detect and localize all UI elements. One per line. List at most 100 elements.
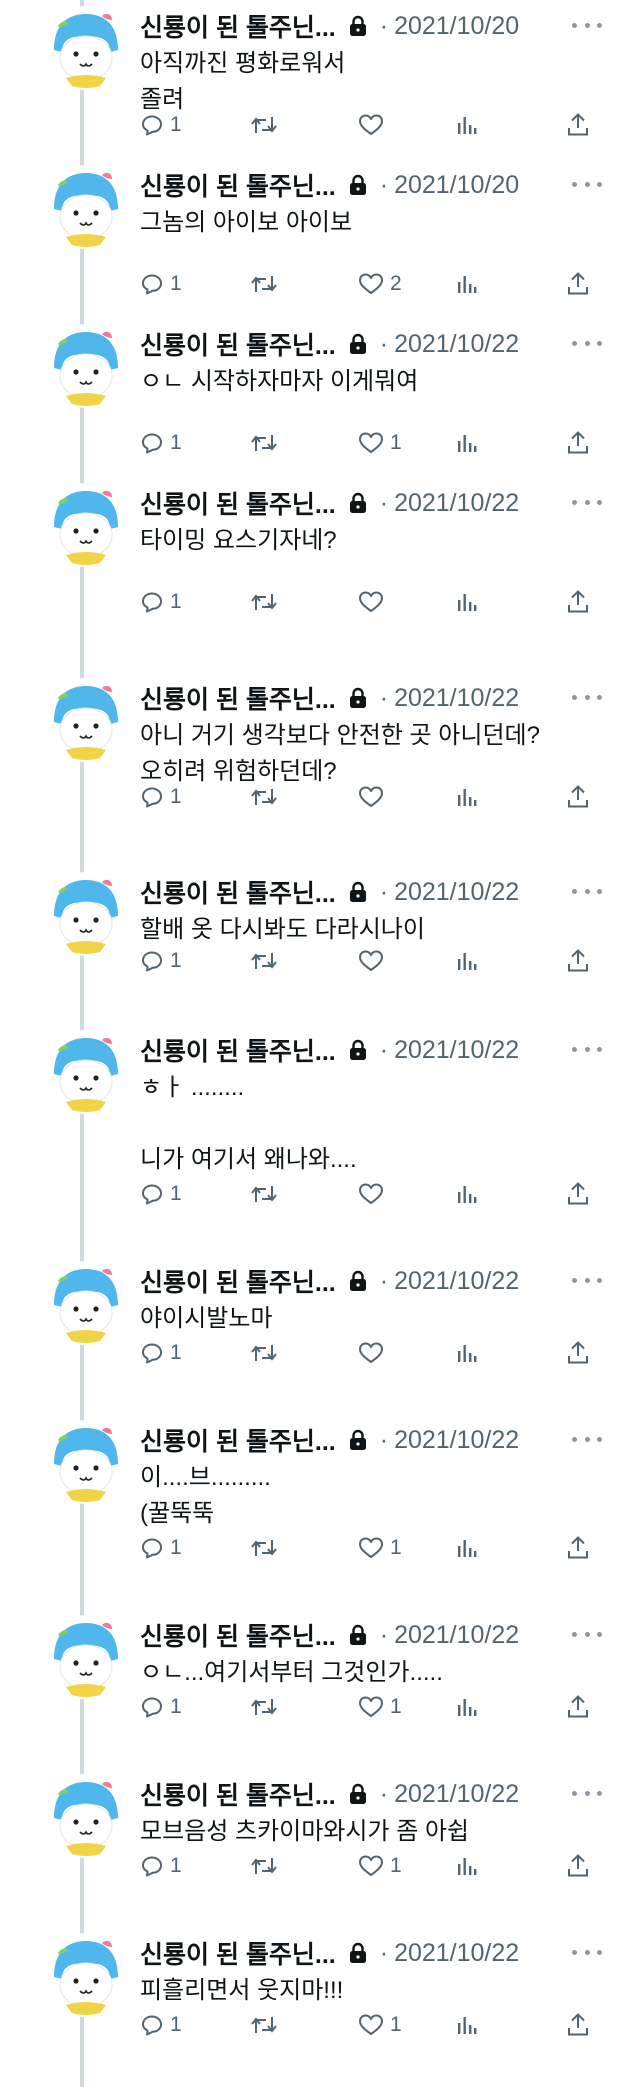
- tweet-date[interactable]: 2021/10/22: [394, 1267, 519, 1296]
- more-icon[interactable]: [572, 884, 602, 898]
- share-button[interactable]: [566, 587, 590, 617]
- tweet-date[interactable]: 2021/10/22: [394, 684, 519, 713]
- tweet-date[interactable]: 2021/10/22: [394, 489, 519, 518]
- tweet-date[interactable]: 2021/10/22: [394, 330, 519, 359]
- more-icon[interactable]: [572, 336, 602, 350]
- reply-button[interactable]: 1: [140, 946, 182, 976]
- avatar[interactable]: [44, 1774, 128, 1858]
- analytics-button[interactable]: [456, 946, 478, 976]
- tweet-date[interactable]: 2021/10/22: [394, 1426, 519, 1455]
- avatar[interactable]: [44, 165, 128, 249]
- reply-button[interactable]: 1: [140, 110, 182, 140]
- tweet-date[interactable]: 2021/10/22: [394, 1621, 519, 1650]
- like-button[interactable]: 1: [358, 428, 402, 458]
- retweet-button[interactable]: [250, 269, 284, 299]
- retweet-button[interactable]: [250, 1338, 284, 1368]
- reply-button[interactable]: 1: [140, 428, 182, 458]
- more-icon[interactable]: [572, 1627, 602, 1641]
- retweet-button[interactable]: [250, 587, 284, 617]
- author-name[interactable]: 신룡이 된 톨주닌...: [140, 326, 336, 362]
- share-button[interactable]: [566, 1851, 590, 1881]
- like-button[interactable]: [358, 1179, 390, 1209]
- analytics-button[interactable]: [456, 110, 478, 140]
- share-button[interactable]: [566, 110, 590, 140]
- retweet-button[interactable]: [250, 1851, 284, 1881]
- analytics-button[interactable]: [456, 1179, 478, 1209]
- more-icon[interactable]: [572, 18, 602, 32]
- avatar[interactable]: [44, 6, 128, 90]
- tweet-date[interactable]: 2021/10/20: [394, 171, 519, 200]
- analytics-button[interactable]: [456, 428, 478, 458]
- retweet-button[interactable]: [250, 428, 284, 458]
- share-button[interactable]: [566, 1533, 590, 1563]
- author-name[interactable]: 신룡이 된 톨주닌...: [140, 1422, 336, 1458]
- avatar[interactable]: [44, 483, 128, 567]
- retweet-button[interactable]: [250, 1179, 284, 1209]
- author-name[interactable]: 신룡이 된 톨주닌...: [140, 680, 336, 716]
- retweet-button[interactable]: [250, 110, 284, 140]
- share-button[interactable]: [566, 946, 590, 976]
- more-icon[interactable]: [572, 1273, 602, 1287]
- author-name[interactable]: 신룡이 된 톨주닌...: [140, 874, 336, 910]
- tweet-date[interactable]: 2021/10/20: [394, 12, 519, 41]
- more-icon[interactable]: [572, 690, 602, 704]
- more-icon[interactable]: [572, 177, 602, 191]
- share-button[interactable]: [566, 1338, 590, 1368]
- share-button[interactable]: [566, 1179, 590, 1209]
- reply-button[interactable]: 1: [140, 782, 182, 812]
- like-button[interactable]: [358, 782, 390, 812]
- reply-button[interactable]: 1: [140, 1692, 182, 1722]
- reply-button[interactable]: 1: [140, 587, 182, 617]
- avatar[interactable]: [44, 1933, 128, 2017]
- author-name[interactable]: 신룡이 된 톨주닌...: [140, 1776, 336, 1812]
- retweet-button[interactable]: [250, 1533, 284, 1563]
- reply-button[interactable]: 1: [140, 1851, 182, 1881]
- more-icon[interactable]: [572, 1432, 602, 1446]
- like-button[interactable]: 2: [358, 269, 402, 299]
- reply-button[interactable]: 1: [140, 1338, 182, 1368]
- more-icon[interactable]: [572, 1786, 602, 1800]
- avatar[interactable]: [44, 1615, 128, 1699]
- share-button[interactable]: [566, 782, 590, 812]
- retweet-button[interactable]: [250, 2010, 284, 2040]
- analytics-button[interactable]: [456, 2010, 478, 2040]
- tweet-date[interactable]: 2021/10/22: [394, 1036, 519, 1065]
- like-button[interactable]: [358, 1338, 390, 1368]
- avatar[interactable]: [44, 1030, 128, 1114]
- author-name[interactable]: 신룡이 된 톨주닌...: [140, 1617, 336, 1653]
- author-name[interactable]: 신룡이 된 톨주닌...: [140, 167, 336, 203]
- reply-button[interactable]: 1: [140, 2010, 182, 2040]
- retweet-button[interactable]: [250, 946, 284, 976]
- avatar[interactable]: [44, 324, 128, 408]
- analytics-button[interactable]: [456, 1692, 478, 1722]
- author-name[interactable]: 신룡이 된 톨주닌...: [140, 1032, 336, 1068]
- author-name[interactable]: 신룡이 된 톨주닌...: [140, 485, 336, 521]
- analytics-button[interactable]: [456, 782, 478, 812]
- avatar[interactable]: [44, 872, 128, 956]
- author-name[interactable]: 신룡이 된 톨주닌...: [140, 1263, 336, 1299]
- author-name[interactable]: 신룡이 된 톨주닌...: [140, 8, 336, 44]
- like-button[interactable]: 1: [358, 1692, 402, 1722]
- reply-button[interactable]: 1: [140, 269, 182, 299]
- avatar[interactable]: [44, 678, 128, 762]
- tweet-date[interactable]: 2021/10/22: [394, 1780, 519, 1809]
- analytics-button[interactable]: [456, 1533, 478, 1563]
- retweet-button[interactable]: [250, 1692, 284, 1722]
- analytics-button[interactable]: [456, 587, 478, 617]
- like-button[interactable]: 1: [358, 2010, 402, 2040]
- like-button[interactable]: [358, 587, 390, 617]
- author-name[interactable]: 신룡이 된 톨주닌...: [140, 1935, 336, 1971]
- like-button[interactable]: 1: [358, 1851, 402, 1881]
- more-icon[interactable]: [572, 1042, 602, 1056]
- share-button[interactable]: [566, 428, 590, 458]
- more-icon[interactable]: [572, 495, 602, 509]
- avatar[interactable]: [44, 1261, 128, 1345]
- analytics-button[interactable]: [456, 1851, 478, 1881]
- share-button[interactable]: [566, 1692, 590, 1722]
- avatar[interactable]: [44, 1420, 128, 1504]
- like-button[interactable]: [358, 110, 390, 140]
- share-button[interactable]: [566, 269, 590, 299]
- reply-button[interactable]: 1: [140, 1179, 182, 1209]
- reply-button[interactable]: 1: [140, 1533, 182, 1563]
- like-button[interactable]: [358, 946, 390, 976]
